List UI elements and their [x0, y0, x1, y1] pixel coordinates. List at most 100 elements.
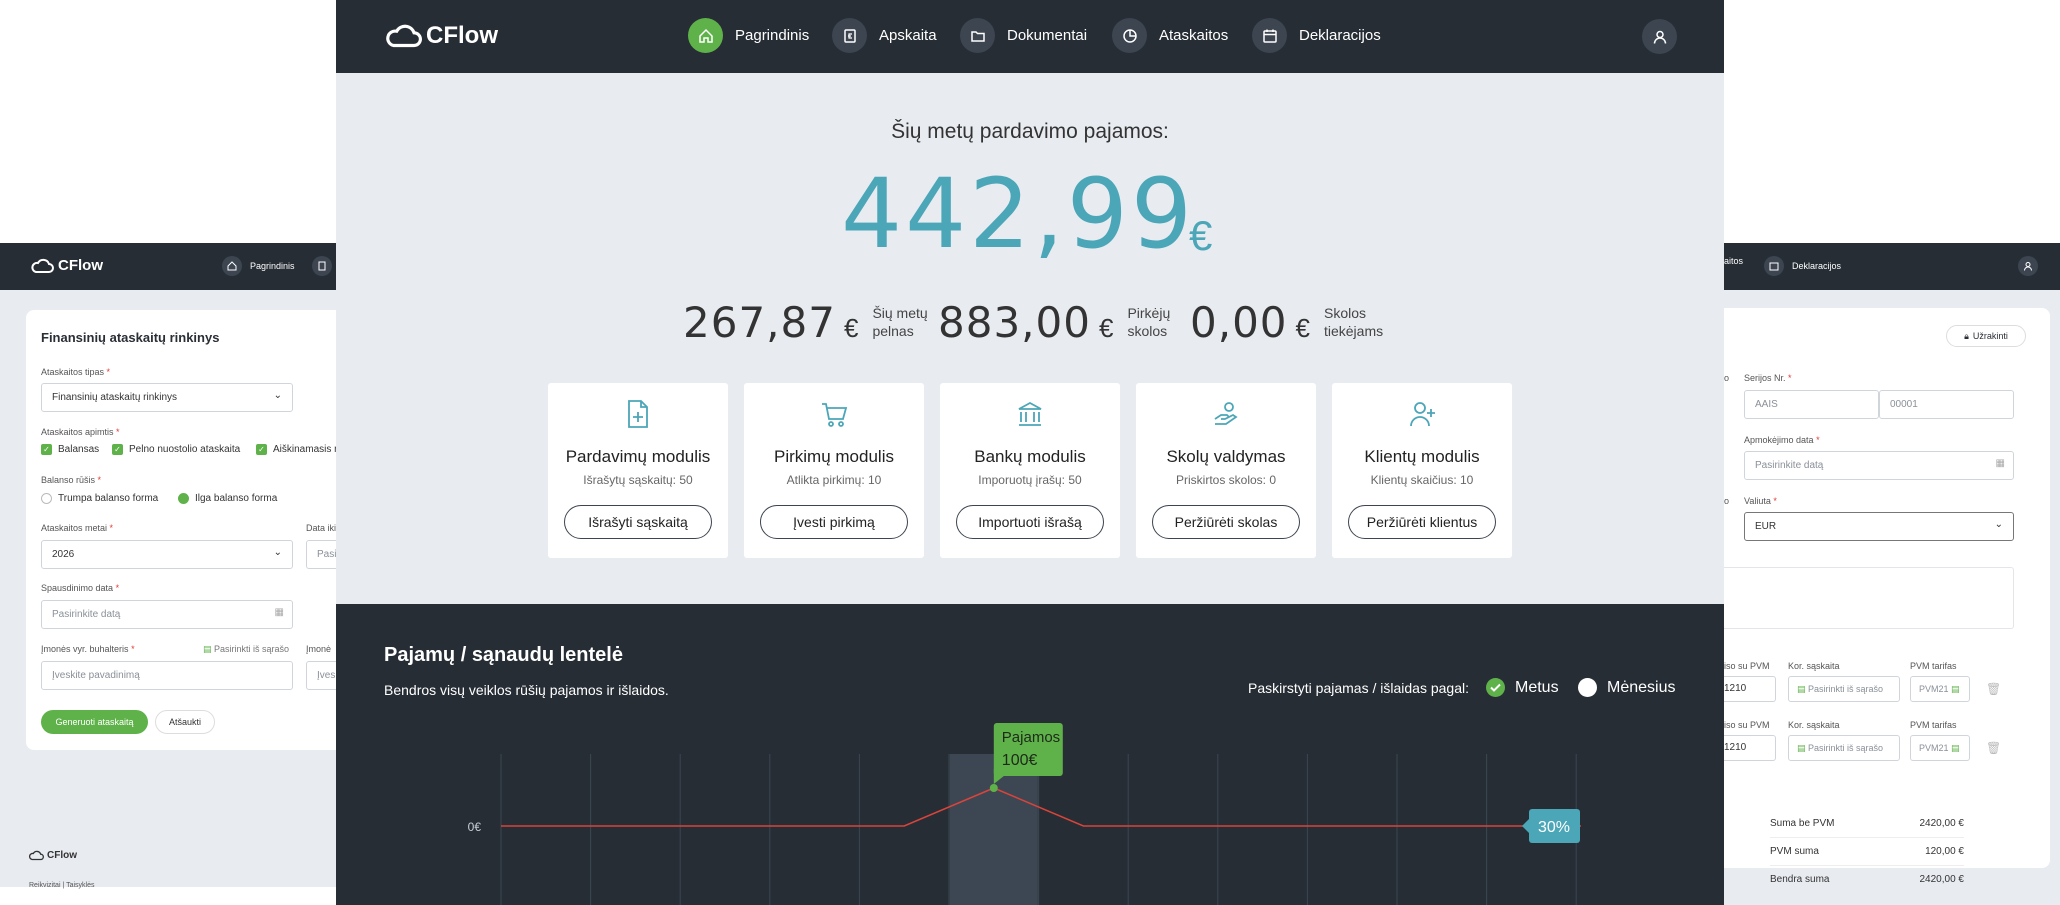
bg-right-row-account[interactable]: ▤ Pasirinkti iš sąrašo	[1788, 676, 1900, 702]
nav-item-ataskaitos[interactable]: Ataskaitos	[1112, 18, 1228, 53]
bg-right-notes-field[interactable]	[1714, 567, 2014, 629]
bg-left-print-label: Spausdinimo data *	[41, 583, 120, 593]
module-title: Klientų modulis	[1364, 447, 1480, 466]
bg-right-totals: Suma be PVM 2420,00 € PVM suma 120,00 € Be…	[1770, 810, 1964, 893]
stat-supplier-debts: 0,00 € Skolos tiekėjams	[1190, 298, 1383, 347]
background-window-left: CFlow Pagrindinis Finansinių ataskaitų r…	[0, 243, 366, 905]
bg-right-row-label: PVM tarifas	[1910, 720, 1957, 730]
nav-item-label: Deklaracijos	[1299, 27, 1381, 44]
bg-right-row-tariff[interactable]: PVM21 ▤	[1910, 735, 1970, 761]
bg-left-radio-trumpa[interactable]: Trumpa balanso forma	[41, 493, 158, 504]
bg-right-profile[interactable]	[2018, 256, 2038, 276]
main-window: CFlow Pagrindinis Apskaita Dokumentai At…	[336, 0, 1724, 905]
nav-item-deklaracijos[interactable]: Deklaracijos	[1252, 18, 1381, 53]
bg-right-row-label: Kor. sąskaita	[1788, 661, 1840, 671]
profile-button[interactable]	[1642, 19, 1677, 54]
bg-left-cancel-button[interactable]: Atšaukti	[155, 710, 215, 734]
stat-value: 267,87	[683, 298, 836, 347]
bg-right-nav-label: aitos	[1724, 256, 1744, 266]
bg-right-row-label: Kor. sąskaita	[1788, 720, 1840, 730]
calendar-icon	[1764, 256, 1784, 276]
bg-left-type-select[interactable]: Finansinių ataskaitų rinkinys ⌄	[41, 383, 293, 412]
module-title: Pirkimų modulis	[774, 447, 894, 466]
trash-icon[interactable]: 🗑︎	[1986, 741, 2001, 755]
radio-checked-icon	[178, 493, 189, 504]
enter-purchase-button[interactable]: Įvesti pirkimą	[760, 505, 908, 539]
total-row: Bendra suma 2420,00 €	[1770, 874, 1964, 885]
bg-left-year-label: Ataskaitos metai *	[41, 523, 114, 533]
bg-left-radio-ilga[interactable]: Ilga balanso forma	[178, 493, 277, 504]
module-card-banks: Bankų modulis Imporuotų įrašų: 50 Import…	[940, 383, 1120, 558]
nav-item-pagrindinis[interactable]: Pagrindinis	[688, 18, 809, 53]
bg-right-navbar: aitos Deklaracijos	[1724, 243, 2060, 290]
bg-left-chief-pick[interactable]: ▤ Pasirinkti iš sąrašo	[203, 644, 289, 655]
calendar-icon	[1252, 18, 1287, 53]
bg-left-scope-balansas[interactable]: ✓ Balansas	[41, 444, 99, 455]
stat-profit: 267,87 € Šių metų pelnas	[683, 298, 928, 347]
bg-left-chief-label: Įmonės vyr. buhalteris *	[41, 644, 135, 654]
stat-currency: €	[1295, 313, 1310, 343]
revenue-value: 442,99	[841, 158, 1195, 270]
bg-right-pay-field[interactable]: Pasirinkite datą ▦	[1744, 451, 2014, 480]
calendar-icon: ▦	[1995, 458, 2005, 469]
bg-right-nav-ataskaitos[interactable]: aitos	[1724, 256, 1743, 266]
bg-left-chief-field[interactable]: Įveskite pavadinimą	[41, 661, 293, 690]
trash-icon[interactable]: 🗑︎	[1986, 682, 2001, 696]
module-title: Skolų valdymas	[1166, 447, 1286, 466]
module-title: Bankų modulis	[974, 447, 1086, 466]
bg-left-balance-label: Balanso rūšis *	[41, 475, 102, 485]
nav-item-label: Dokumentai	[1007, 27, 1088, 44]
bg-right-row-tariff[interactable]: PVM21 ▤	[1910, 676, 1970, 702]
bg-right-currency-select[interactable]: EUR ⌄	[1744, 512, 2014, 541]
user-icon	[1653, 30, 1666, 44]
bg-left-nav-home[interactable]: Pagrindinis	[222, 256, 295, 276]
income-chart: 0€ Pajamos 100€ 30%	[468, 723, 1581, 905]
import-statement-button[interactable]: Importuoti išrašą	[956, 505, 1104, 539]
file-plus-icon	[628, 400, 648, 428]
bg-left-logo: CFlow	[30, 257, 103, 274]
bg-right-series-field[interactable]: AAIS	[1744, 390, 1879, 419]
module-card-clients: Klientų modulis Klientų skaičius: 10 Per…	[1332, 383, 1512, 558]
bg-right-nav-deklaracijos[interactable]: Deklaracijos	[1764, 256, 1841, 276]
brand-logo[interactable]: CFlow	[384, 22, 498, 50]
bg-left-footer-logo: CFlow	[28, 850, 77, 861]
bg-left-scope-pelno[interactable]: ✓ Pelno nuostolio ataskaita	[112, 444, 240, 455]
bg-left-nav-apskaita[interactable]	[312, 256, 332, 276]
module-subtitle: Klientų skaičius: 10	[1370, 473, 1474, 487]
bg-right-series-label: Serijos Nr. *	[1744, 373, 1792, 383]
stat-label: Skolos tiekėjams	[1323, 304, 1384, 339]
list-icon: ▤	[1797, 743, 1806, 753]
chevron-down-icon: ⌄	[273, 547, 282, 558]
bg-left-scope-label: Ataskaitos apimtis *	[41, 427, 120, 437]
view-clients-button[interactable]: Peržiūrėti klientus	[1348, 505, 1496, 539]
bg-left-footer-logo-text: CFlow	[47, 850, 77, 861]
bg-left-card-title: Finansinių ataskaitų rinkinys	[41, 330, 220, 345]
bg-right-lock-button[interactable]: 🔒︎ Užrakinti	[1946, 325, 2026, 347]
chart-badge-pointer	[1522, 819, 1529, 833]
chart-data-point	[989, 784, 998, 792]
bg-right-pay-label: Apmokėjimo data *	[1744, 435, 1820, 445]
footer-link[interactable]: Taisyklės	[66, 882, 94, 889]
income-expense-section: Pajamų / sąnaudų lentelė Bendros visų ve…	[336, 604, 1724, 905]
bg-right-row-label: iso su PVM	[1724, 720, 1770, 730]
list-icon: ▤	[1951, 743, 1960, 753]
nav-item-dokumentai[interactable]: Dokumentai	[960, 18, 1087, 53]
checkbox-checked-icon: ✓	[256, 444, 267, 455]
stat-buyer-debts: 883,00 € Pirkėjų skolos	[938, 298, 1170, 347]
view-debts-button[interactable]: Peržiūrėti skolas	[1152, 505, 1300, 539]
user-icon	[2018, 256, 2038, 276]
module-title: Pardavimų modulis	[565, 447, 711, 466]
footer-link[interactable]: Reikvizitai	[29, 882, 61, 889]
bg-left-print-field[interactable]: Pasirinkite datą ▦	[41, 600, 293, 629]
issue-invoice-button[interactable]: Išrašyti sąskaitą	[564, 505, 712, 539]
bg-right-row-account[interactable]: ▤ Pasirinkti iš sąrašo	[1788, 735, 1900, 761]
nav-item-apskaita[interactable]: Apskaita	[832, 18, 937, 53]
checkbox-checked-icon: ✓	[41, 444, 52, 455]
revenue-title: Šių metų pardavimo pajamos:	[891, 120, 1169, 143]
stat-value: 0,00	[1190, 298, 1288, 347]
bg-right-number-field[interactable]: 00001	[1879, 390, 2014, 419]
bg-left-year-select[interactable]: 2026 ⌄	[41, 540, 293, 569]
bg-left-scope-aiskinamasis[interactable]: ✓ Aiškinamasis r	[256, 444, 337, 455]
bg-left-generate-button[interactable]: Generuoti ataskaitą	[41, 710, 148, 734]
background-window-right: aitos Deklaracijos 🔒︎ Užrakinti o Serijos…	[1714, 243, 2060, 905]
